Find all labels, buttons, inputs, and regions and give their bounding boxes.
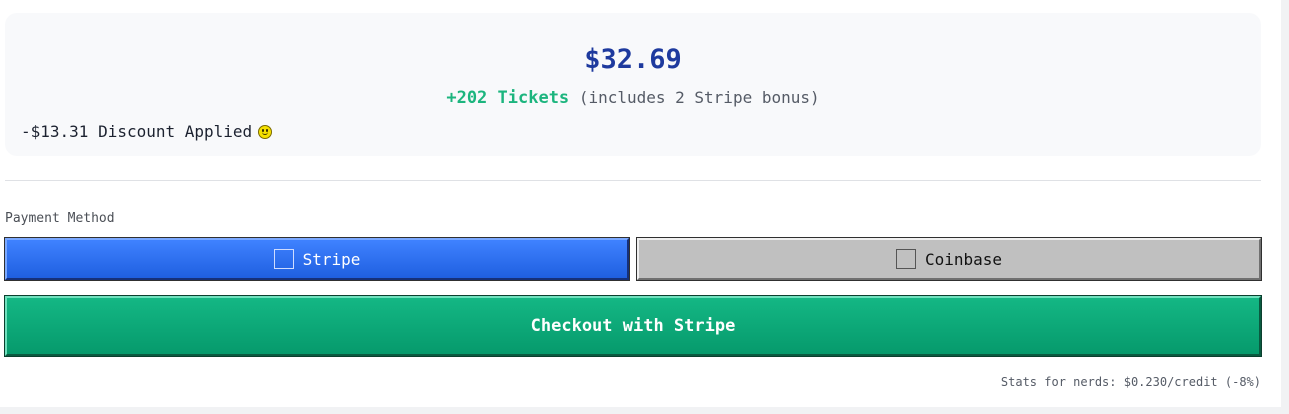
stripe-label: Stripe [302,249,361,269]
page-bottom-edge [0,407,1289,414]
section-divider [5,180,1261,181]
tickets-summary: +202 Tickets (includes 2 Stripe bonus) [5,85,1261,111]
smiley-icon [258,125,273,139]
payment-method-coinbase-button[interactable]: Coinbase [636,237,1262,281]
tickets-bonus-note: (includes 2 Stripe bonus) [578,88,820,107]
coinbase-checkbox[interactable] [895,249,916,269]
checkout-button[interactable]: Checkout with Stripe [4,295,1262,357]
total-price: $32.69 [584,44,682,75]
stats-for-nerds: Stats for nerds: $0.230/credit (-8%) [1000,375,1261,389]
stripe-checkbox[interactable] [273,249,294,269]
scrollbar-track [1281,0,1289,414]
tickets-amount: +202 Tickets [446,88,570,108]
payment-method-label: Payment Method [5,211,115,226]
checkout-panel: $32.69 +202 Tickets (includes 2 Stripe b… [0,0,1289,414]
order-summary-card: $32.69 +202 Tickets (includes 2 Stripe b… [5,13,1261,156]
coinbase-label: Coinbase [924,249,1003,269]
payment-method-stripe-button[interactable]: Stripe [4,237,630,281]
discount-line: -$13.31 Discount Applied [21,120,273,144]
discount-text: -$13.31 Discount Applied [21,122,253,141]
